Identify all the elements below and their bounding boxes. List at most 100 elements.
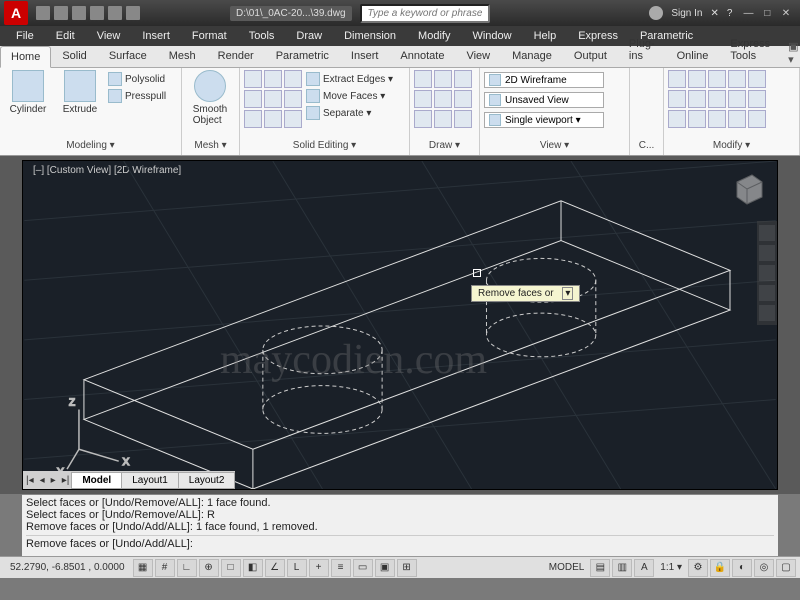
view-combo[interactable]: Unsaved View xyxy=(484,92,604,108)
extrude-button[interactable]: Extrude xyxy=(56,70,104,115)
tab-insert[interactable]: Insert xyxy=(340,45,390,67)
move-icon[interactable] xyxy=(668,70,686,88)
ducs-toggle[interactable]: L xyxy=(287,559,307,577)
minimize-button[interactable]: — xyxy=(740,8,756,19)
tab-layout1[interactable]: Layout1 xyxy=(121,472,179,489)
zoom-icon[interactable] xyxy=(759,265,775,281)
move-faces-button[interactable]: Move Faces ▾ xyxy=(306,89,393,103)
ellipse-icon[interactable] xyxy=(414,110,432,128)
circle-icon[interactable] xyxy=(414,90,432,108)
isolate-objects-icon[interactable]: ◎ xyxy=(754,559,774,577)
union-icon[interactable] xyxy=(244,70,262,88)
tab-layout2[interactable]: Layout2 xyxy=(178,472,236,489)
coordinates-readout[interactable]: 52.2790, -6.8501 , 0.0000 xyxy=(4,562,131,573)
break-icon[interactable] xyxy=(748,110,766,128)
offset-icon[interactable] xyxy=(688,110,706,128)
menu-file[interactable]: File xyxy=(6,28,44,44)
exchange-icon[interactable]: ✕ xyxy=(710,8,718,19)
qat-new-icon[interactable] xyxy=(36,6,50,20)
menu-edit[interactable]: Edit xyxy=(46,28,85,44)
tab-mesh[interactable]: Mesh xyxy=(158,45,207,67)
tab-solid[interactable]: Solid xyxy=(51,45,97,67)
fillet-icon[interactable] xyxy=(688,90,706,108)
menu-window[interactable]: Window xyxy=(462,28,521,44)
align-icon[interactable] xyxy=(708,110,726,128)
tab-annotate[interactable]: Annotate xyxy=(389,45,455,67)
orbit-icon[interactable] xyxy=(759,285,775,301)
copy-icon[interactable] xyxy=(748,70,766,88)
tab-output[interactable]: Output xyxy=(563,45,618,67)
panel-coords-title[interactable]: C... xyxy=(634,138,659,153)
hatch-icon[interactable] xyxy=(434,110,452,128)
ortho-toggle[interactable]: ∟ xyxy=(177,559,197,577)
spline-icon[interactable] xyxy=(454,90,472,108)
qat-redo-icon[interactable] xyxy=(108,6,122,20)
slice-icon[interactable] xyxy=(244,90,262,108)
menu-modify[interactable]: Modify xyxy=(408,28,460,44)
tab-view[interactable]: View xyxy=(455,45,501,67)
panel-mesh-title[interactable]: Mesh ▾ xyxy=(186,138,235,153)
steering-wheel-icon[interactable] xyxy=(759,225,775,241)
ucs-icon[interactable] xyxy=(634,72,654,92)
tab-next-icon[interactable]: ▸ xyxy=(48,475,59,486)
rotate-icon[interactable] xyxy=(688,70,706,88)
polyline-icon[interactable] xyxy=(434,70,452,88)
menu-view[interactable]: View xyxy=(87,28,131,44)
menu-insert[interactable]: Insert xyxy=(132,28,180,44)
erase-icon[interactable] xyxy=(728,70,746,88)
menu-draw[interactable]: Draw xyxy=(286,28,332,44)
maximize-button[interactable]: □ xyxy=(759,8,775,19)
sign-in-button[interactable]: Sign In xyxy=(671,8,702,19)
thicken-icon[interactable] xyxy=(264,90,282,108)
annotation-scale-icon[interactable]: A xyxy=(634,559,654,577)
menu-dimension[interactable]: Dimension xyxy=(334,28,406,44)
search-input[interactable] xyxy=(360,4,490,23)
viewport-combo[interactable]: Single viewport ▾ xyxy=(484,112,604,128)
tab-model[interactable]: Model xyxy=(71,472,122,489)
panel-modeling-title[interactable]: Modeling ▾ xyxy=(4,138,177,153)
tab-manage[interactable]: Manage xyxy=(501,45,563,67)
tab-online[interactable]: Online xyxy=(666,45,720,67)
subtract-icon[interactable] xyxy=(264,70,282,88)
osnap-toggle[interactable]: □ xyxy=(221,559,241,577)
polar-toggle[interactable]: ⊕ xyxy=(199,559,219,577)
shell-icon[interactable] xyxy=(244,110,262,128)
arc-icon[interactable] xyxy=(454,70,472,88)
tab-surface[interactable]: Surface xyxy=(98,45,158,67)
hardware-accel-icon[interactable]: ◐ xyxy=(732,559,752,577)
clean-screen-icon[interactable]: ▢ xyxy=(776,559,796,577)
command-line[interactable]: Select faces or [Undo/Remove/ALL]: 1 fac… xyxy=(22,494,778,556)
close-button[interactable]: ✕ xyxy=(778,8,794,19)
taper-icon[interactable] xyxy=(264,110,282,128)
visual-style-combo[interactable]: 2D Wireframe xyxy=(484,72,604,88)
offset-edge-icon[interactable] xyxy=(284,110,302,128)
qat-save-icon[interactable] xyxy=(72,6,86,20)
menu-tools[interactable]: Tools xyxy=(239,28,285,44)
drawing-canvas[interactable]: X Y Z xyxy=(23,161,777,489)
tab-plugins[interactable]: Plug-ins xyxy=(618,33,666,67)
view-cube[interactable] xyxy=(727,167,767,207)
mirror-icon[interactable] xyxy=(668,90,686,108)
help-icon[interactable]: ? xyxy=(727,8,733,19)
quickview-drawings-icon[interactable]: ▥ xyxy=(612,559,632,577)
smooth-object-button[interactable]: Smooth Object xyxy=(186,70,234,126)
qp-toggle[interactable]: ▣ xyxy=(375,559,395,577)
quickview-layouts-icon[interactable]: ▤ xyxy=(590,559,610,577)
panel-draw-title[interactable]: Draw ▾ xyxy=(414,138,475,153)
imprint-icon[interactable] xyxy=(284,90,302,108)
rectangle-icon[interactable] xyxy=(434,90,452,108)
annotation-scale[interactable]: 1:1 ▾ xyxy=(656,562,686,573)
tpy-toggle[interactable]: ▭ xyxy=(353,559,373,577)
qat-undo-icon[interactable] xyxy=(90,6,104,20)
lwt-toggle[interactable]: ≡ xyxy=(331,559,351,577)
cylinder-button[interactable]: Cylinder xyxy=(4,70,52,115)
workspace-switch-icon[interactable]: ⚙ xyxy=(688,559,708,577)
scale-icon[interactable] xyxy=(748,90,766,108)
panel-modify-title[interactable]: Modify ▾ xyxy=(668,138,795,153)
tab-parametric[interactable]: Parametric xyxy=(265,45,340,67)
model-space-button[interactable]: MODEL xyxy=(545,562,589,573)
stretch-icon[interactable] xyxy=(728,90,746,108)
user-icon[interactable] xyxy=(649,6,663,20)
presspull-button[interactable]: Presspull xyxy=(108,89,166,103)
lock-ui-icon[interactable]: 🔒 xyxy=(710,559,730,577)
